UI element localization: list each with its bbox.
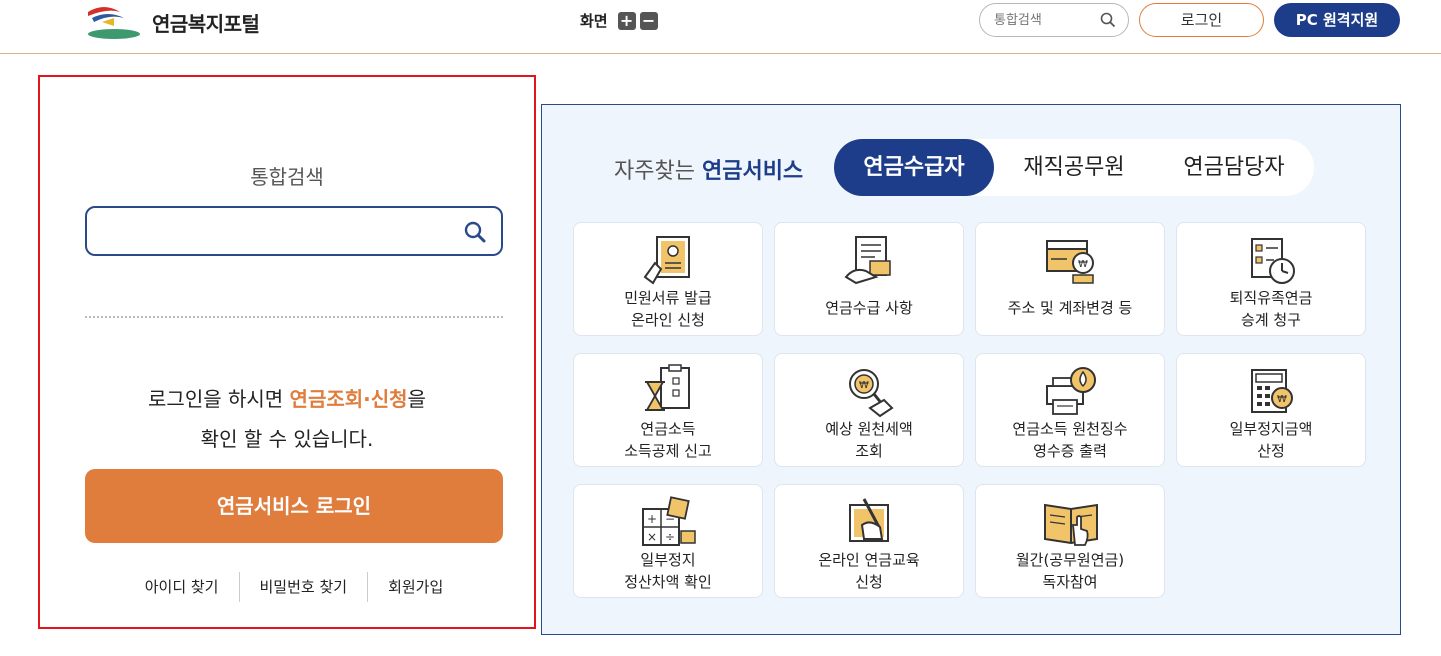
tile-label-line1: 연금소득 원천징수 [1012,420,1128,438]
tile-label-line1: 퇴직유족연금 [1229,289,1313,307]
service-tile[interactable]: 연금소득 소득공제 신고 [573,353,763,467]
service-tile[interactable]: 온라인 연금교육 신청 [774,484,964,598]
tile-label-line2: 영수증 출력 [1033,442,1107,460]
tab-pension-manager[interactable]: 연금담당자 [1154,139,1314,196]
frequent-services-title: 자주찾는 연금서비스 [614,153,803,185]
book-pointer-icon [1044,503,1098,546]
login-message-suffix: 을 [407,387,426,411]
service-tile[interactable]: 민원서류 발급 온라인 신청 [573,222,763,336]
service-tile[interactable]: ₩ 예상 원천세액 조회 [774,353,964,467]
header-search-input[interactable] [994,10,1094,30]
tile-label-line1: 예상 원천세액 [825,420,913,438]
magnifier-coin-icon: ₩ [849,369,894,418]
tile-label: 퇴직유족연금 승계 청구 [1177,287,1365,331]
tile-label-line2: 조회 [855,442,883,460]
integrated-search-input[interactable] [99,218,459,244]
tile-label-line1: 주소 및 계좌변경 등 [1007,299,1133,317]
tile-label-line1: 일부정지금액 [1229,420,1313,438]
tile-label-line1: 일부정지 [640,551,696,569]
login-message-prefix: 로그인을 하시면 [148,387,290,411]
pc-remote-support-button[interactable]: PC 원격지원 [1274,3,1400,37]
title-highlight: 연금서비스 [701,159,804,184]
search-icon[interactable] [463,220,487,244]
frequent-services-panel: 자주찾는 연금서비스 연금수급자 재직공무원 연금담당자 민원서류 발급 온라인… [541,104,1401,635]
login-message-line2: 확인 할 수 있습니다. [200,427,374,451]
tile-label-line1: 연금소득 [640,420,696,438]
calculator-coin-icon: ₩ [1251,369,1293,413]
search-icon[interactable] [1100,12,1116,28]
title-prefix: 자주찾는 [614,159,702,184]
tile-label-line2: 신청 [855,573,883,591]
service-tile[interactable]: 월간(공무원연금) 독자참여 [975,484,1165,598]
zoom-control: 화면 + − [580,10,658,31]
svg-text:₩: ₩ [1277,394,1287,405]
tile-label-line1: 온라인 연금교육 [818,551,920,569]
math-symbols-icon: + − × ÷ [642,496,696,546]
tab-pension-recipient[interactable]: 연금수급자 [834,139,994,196]
svg-text:×: × [647,530,657,544]
printer-drop-icon [1046,367,1096,415]
site-logo[interactable]: 연금복지포털 [84,4,260,40]
header-search [979,3,1129,37]
divider [85,316,503,318]
document-hand-icon [844,236,891,285]
logo-text: 연금복지포털 [152,11,260,36]
signup-link[interactable]: 회원가입 [368,571,463,603]
service-tile[interactable]: ₩ 일부정지금액 산정 [1176,353,1366,467]
tile-label: 예상 원천세액 조회 [775,418,963,462]
tile-label-line2: 온라인 신청 [631,311,705,329]
service-tabs: 연금수급자 재직공무원 연금담당자 [834,139,1314,196]
svg-text:₩: ₩ [859,380,869,391]
svg-text:÷: ÷ [665,530,675,544]
service-tile[interactable]: ₩ 주소 및 계좌변경 등 [975,222,1165,336]
find-id-link[interactable]: 아이디 찾기 [125,571,239,603]
tile-label-line2: 승계 청구 [1241,311,1301,329]
tile-label: 온라인 연금교육 신청 [775,549,963,593]
zoom-label: 화면 [580,12,608,30]
pen-hand-icon [849,498,889,542]
tile-label-line2: 소득공제 신고 [624,442,712,460]
zoom-in-button[interactable]: + [617,11,636,30]
tile-label: 월간(공무원연금) 독자참여 [976,549,1164,593]
tile-label-line2: 산정 [1257,442,1285,460]
checklist-clock-icon [1251,238,1295,284]
login-message: 로그인을 하시면 연금조회·신청을 확인 할 수 있습니다. [40,379,534,459]
document-certificate-icon [643,236,690,285]
find-password-link[interactable]: 비밀번호 찾기 [240,571,368,603]
service-tile[interactable]: 퇴직유족연금 승계 청구 [1176,222,1366,336]
svg-text:+: + [647,512,657,526]
tile-label-line1: 민원서류 발급 [624,289,712,307]
search-title: 통합검색 [250,165,324,189]
top-header: 연금복지포털 화면 + − 로그인 PC 원격지원 [0,0,1441,54]
login-panel: 통합검색 로그인을 하시면 연금조회·신청을 확인 할 수 있습니다. 연금서비… [38,75,536,629]
tile-label: 일부정지 정산차액 확인 [574,549,762,593]
logo-mark-icon [88,7,140,39]
service-tile[interactable]: 연금소득 원천징수 영수증 출력 [975,353,1165,467]
tile-label: 연금소득 원천징수 영수증 출력 [976,418,1164,462]
tile-label: 민원서류 발급 온라인 신청 [574,287,762,331]
tab-active-official[interactable]: 재직공무원 [994,139,1154,196]
svg-text:₩: ₩ [1078,259,1088,270]
login-message-highlight: 연금조회·신청 [289,387,408,411]
service-tile[interactable]: + − × ÷ 일부정지 정산차액 확인 [573,484,763,598]
tile-label: 일부정지금액 산정 [1177,418,1365,462]
service-tile[interactable]: 연금수급 사항 [774,222,964,336]
tile-label: 연금소득 소득공제 신고 [574,418,762,462]
zoom-out-button[interactable]: − [639,11,658,30]
account-links: 아이디 찾기 비밀번호 찾기 회원가입 [85,571,503,603]
tile-label-line1: 연금수급 사항 [825,299,913,317]
pension-service-login-button[interactable]: 연금서비스 로그인 [85,469,503,543]
card-coin-icon: ₩ [1046,240,1094,284]
header-login-button[interactable]: 로그인 [1139,3,1264,37]
tile-label: 주소 및 계좌변경 등 [976,297,1164,319]
hourglass-checklist-icon [645,364,690,411]
tile-label-line2: 독자참여 [1042,573,1098,591]
tile-label-line1: 월간(공무원연금) [1015,551,1125,569]
integrated-search [85,206,503,256]
tile-label: 연금수급 사항 [775,297,963,319]
tile-label-line2: 정산차액 확인 [624,573,712,591]
